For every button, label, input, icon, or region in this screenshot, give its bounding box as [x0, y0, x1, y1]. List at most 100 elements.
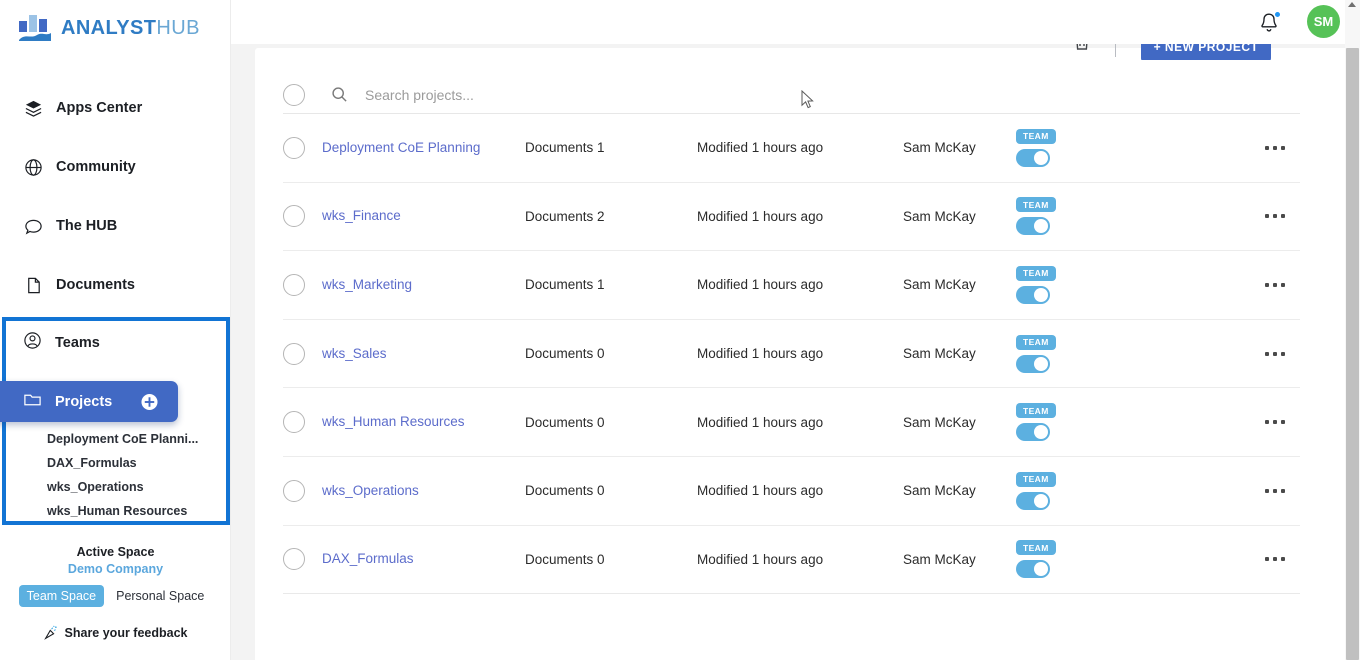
- scroll-up-arrow-icon[interactable]: [1348, 2, 1356, 7]
- table-row[interactable]: wks_Finance Documents 2 Modified 1 hours…: [283, 183, 1300, 252]
- app-root: ANALYSTHUB Apps Center Community The HUB…: [0, 0, 1360, 660]
- sidebar-item-label: Projects: [55, 393, 113, 410]
- project-link[interactable]: Deployment CoE Planning: [322, 140, 480, 155]
- search-input[interactable]: [365, 86, 1300, 103]
- document-icon: [23, 275, 43, 295]
- documents-cell: Documents 0: [525, 346, 605, 362]
- project-link[interactable]: wks_Sales: [322, 346, 387, 361]
- share-feedback-button[interactable]: Share your feedback: [0, 625, 231, 640]
- row-menu-button[interactable]: [1265, 488, 1285, 493]
- team-cell: TEAM: [1016, 128, 1146, 167]
- project-name-cell: wks_Sales: [322, 345, 525, 363]
- row-checkbox[interactable]: [283, 548, 305, 571]
- brand-name-light: HUB: [156, 16, 200, 39]
- owner-cell: Sam McKay: [903, 551, 976, 567]
- avatar[interactable]: SM: [1307, 5, 1340, 38]
- table-row[interactable]: DAX_Formulas Documents 0 Modified 1 hour…: [283, 526, 1300, 595]
- active-space-block: Active Space Demo Company Team Space Per…: [0, 545, 231, 607]
- chat-bubble-icon: [23, 216, 43, 236]
- sidebar-item-label: Community: [56, 159, 136, 175]
- active-space-company[interactable]: Demo Company: [0, 562, 231, 576]
- tab-team-space[interactable]: Team Space: [18, 585, 105, 607]
- table-row[interactable]: wks_Human Resources Documents 0 Modified…: [283, 388, 1300, 457]
- project-name-cell: wks_Marketing: [322, 276, 525, 294]
- toggle-knob: [1034, 287, 1048, 302]
- team-cell: TEAM: [1016, 265, 1146, 304]
- sidebar: ANALYSTHUB Apps Center Community The HUB…: [0, 0, 231, 660]
- project-link[interactable]: DAX_Formulas: [322, 551, 414, 566]
- row-menu-button[interactable]: [1265, 145, 1285, 150]
- sidebar-item-label: Teams: [55, 335, 100, 351]
- documents-cell: Documents 0: [525, 414, 605, 430]
- list-item[interactable]: wks_Human Resources: [0, 499, 228, 523]
- search-icon: [332, 87, 347, 102]
- project-link[interactable]: wks_Human Resources: [322, 414, 465, 429]
- row-menu-button[interactable]: [1265, 351, 1285, 356]
- search-row: [283, 76, 1300, 114]
- party-popper-icon: [43, 625, 57, 640]
- table-row[interactable]: wks_Sales Documents 0 Modified 1 hours a…: [283, 320, 1300, 389]
- modified-cell: Modified 1 hours ago: [697, 140, 824, 156]
- row-checkbox[interactable]: [283, 273, 305, 296]
- toggle-knob: [1034, 562, 1048, 577]
- project-name-cell: DAX_Formulas: [322, 550, 525, 568]
- status-badge: TEAM: [1016, 128, 1056, 144]
- active-space-title: Active Space: [76, 545, 155, 559]
- plus-circle-icon[interactable]: [141, 393, 158, 410]
- sidebar-item-projects[interactable]: Projects: [0, 381, 178, 422]
- team-toggle[interactable]: [1016, 148, 1050, 167]
- project-name-cell: Deployment CoE Planning: [322, 139, 525, 157]
- globe-icon: [23, 157, 43, 177]
- sidebar-item-teams[interactable]: Teams: [0, 326, 100, 360]
- table-row[interactable]: Deployment CoE Planning Documents 1 Modi…: [283, 114, 1300, 183]
- team-toggle[interactable]: [1016, 423, 1050, 442]
- row-menu-button[interactable]: [1265, 420, 1285, 425]
- list-item[interactable]: Deployment CoE Planni...: [0, 427, 228, 451]
- row-checkbox[interactable]: [283, 136, 305, 159]
- space-tabs: Team Space Personal Space: [0, 585, 231, 607]
- documents-cell: Documents 0: [525, 483, 605, 499]
- team-toggle[interactable]: [1016, 354, 1050, 373]
- team-toggle[interactable]: [1016, 285, 1050, 304]
- scrollbar-thumb[interactable]: [1346, 48, 1359, 660]
- table-row[interactable]: wks_Operations Documents 0 Modified 1 ho…: [283, 457, 1300, 526]
- project-link[interactable]: wks_Marketing: [322, 277, 412, 292]
- brand-logo[interactable]: ANALYSTHUB: [18, 13, 200, 43]
- brand-name: ANALYSTHUB: [61, 17, 200, 40]
- vertical-scrollbar[interactable]: [1345, 0, 1360, 660]
- tab-personal-space[interactable]: Personal Space: [108, 585, 212, 607]
- top-header-bar: SM: [231, 0, 1360, 44]
- team-toggle[interactable]: [1016, 217, 1050, 236]
- owner-cell: Sam McKay: [903, 414, 976, 430]
- sidebar-project-list: Deployment CoE Planni... DAX_Formulas wk…: [0, 427, 228, 523]
- folder-icon: [23, 390, 42, 414]
- row-menu-button[interactable]: [1265, 282, 1285, 287]
- sidebar-item-apps-center[interactable]: Apps Center: [0, 88, 231, 128]
- list-item[interactable]: wks_Operations: [0, 475, 228, 499]
- sidebar-item-community[interactable]: Community: [0, 147, 231, 187]
- page-gutter-left: [231, 44, 255, 660]
- modified-cell: Modified 1 hours ago: [697, 277, 824, 293]
- row-checkbox[interactable]: [283, 342, 305, 365]
- documents-cell: Documents 2: [525, 208, 605, 224]
- table-row[interactable]: wks_Marketing Documents 1 Modified 1 hou…: [283, 251, 1300, 320]
- row-menu-button[interactable]: [1265, 557, 1285, 562]
- projects-card: Deployment CoE Planning Documents 1 Modi…: [255, 48, 1345, 660]
- row-checkbox[interactable]: [283, 205, 305, 228]
- project-link[interactable]: wks_Finance: [322, 208, 401, 223]
- owner-cell: Sam McKay: [903, 483, 976, 499]
- project-link[interactable]: wks_Operations: [322, 483, 419, 498]
- sidebar-item-documents[interactable]: Documents: [0, 265, 231, 305]
- modified-cell: Modified 1 hours ago: [697, 483, 824, 499]
- documents-cell: Documents 1: [525, 140, 605, 156]
- sidebar-item-the-hub[interactable]: The HUB: [0, 206, 231, 246]
- row-checkbox[interactable]: [283, 479, 305, 502]
- team-cell: TEAM: [1016, 197, 1146, 236]
- team-toggle[interactable]: [1016, 560, 1050, 579]
- row-checkbox[interactable]: [283, 411, 305, 434]
- list-item[interactable]: DAX_Formulas: [0, 451, 228, 475]
- row-menu-button[interactable]: [1265, 214, 1285, 219]
- team-toggle[interactable]: [1016, 491, 1050, 510]
- status-badge: TEAM: [1016, 403, 1056, 419]
- select-all-checkbox[interactable]: [283, 83, 305, 106]
